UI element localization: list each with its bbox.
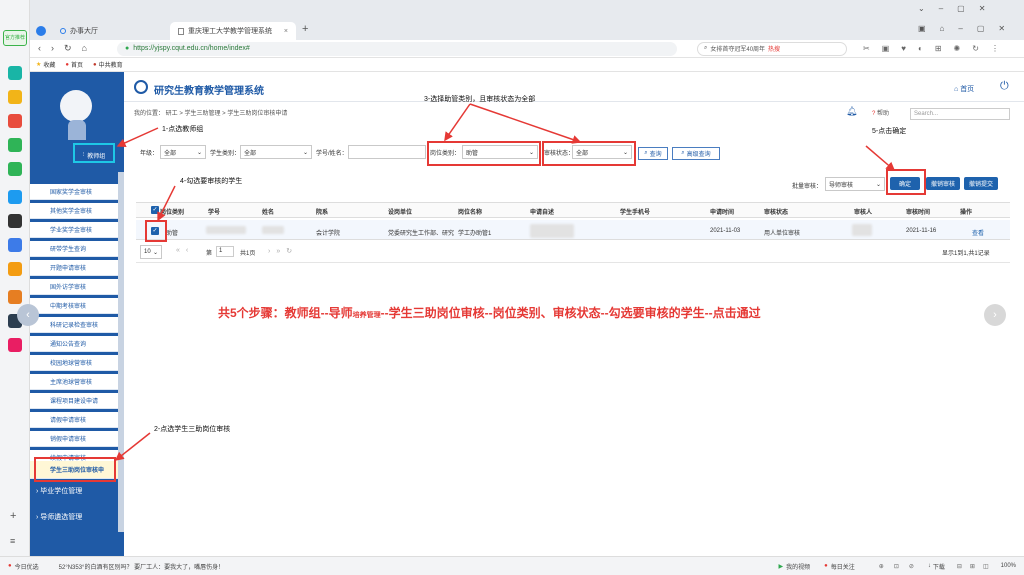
annotation-step1: 1-点选教师组: [162, 126, 204, 133]
annotation-arrows: [114, 103, 896, 461]
video-icon: ▶: [778, 563, 784, 570]
annotation-step3: 3-选择助管类别，且审核状态为全部: [424, 96, 536, 103]
video-label[interactable]: 我的视频: [786, 562, 810, 571]
annotation-step5: 5-点击确定: [872, 128, 907, 135]
summary-annotation: 共5个步骤：教师组--导师培养管理--学生三助岗位审核--岗位类别、审核状态--…: [218, 304, 761, 321]
today-icon: ●: [8, 563, 12, 569]
zoom-level[interactable]: 100%: [1001, 563, 1016, 569]
summary-pre: 共5个步骤：教师组--导师: [218, 306, 353, 320]
download-icon: ↓: [927, 563, 931, 569]
hot-icon: ●: [824, 563, 828, 569]
status-tools[interactable]: ⊕⊡⊘: [879, 563, 924, 570]
summary-post: --学生三助岗位审核--岗位类别、审核状态--勾选要审核的学生--点击通过: [380, 306, 761, 320]
hot-label[interactable]: 每日关注: [831, 562, 855, 571]
download-label[interactable]: 下载: [933, 562, 945, 571]
news-ticker[interactable]: 52°N353°的白酒有区别吗？ 要厂工人：要我大了，嘴唇伤身！: [59, 562, 225, 571]
status-tools-2[interactable]: ⊟⊞◫: [957, 563, 997, 570]
annotation-step2: 2-点选学生三助岗位审核: [154, 426, 231, 433]
status-bar: ● 今日优选 52°N353°的白酒有区别吗？ 要厂工人：要我大了，嘴唇伤身！ …: [0, 556, 1024, 575]
summary-small: 培养管理: [352, 312, 381, 319]
annotation-step4: 4-勾选要审核的学生: [180, 178, 243, 185]
today-label[interactable]: 今日优选: [15, 562, 39, 571]
